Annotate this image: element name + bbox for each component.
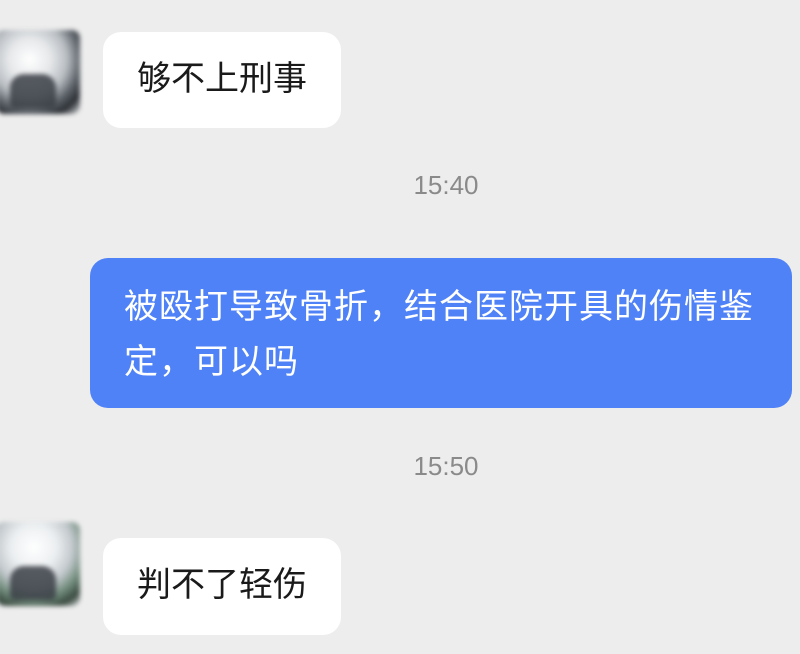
outgoing-message-bubble[interactable]: 被殴打导致骨折，结合医院开具的伤情鉴定，可以吗 [90,258,792,408]
contact-avatar[interactable] [0,30,80,114]
timestamp: 15:50 [413,451,479,481]
incoming-message-bubble[interactable]: 够不上刑事 [103,32,341,128]
incoming-message-bubble[interactable]: 判不了轻伤 [103,538,341,635]
timestamp: 15:40 [413,170,479,200]
contact-avatar[interactable] [0,522,80,606]
